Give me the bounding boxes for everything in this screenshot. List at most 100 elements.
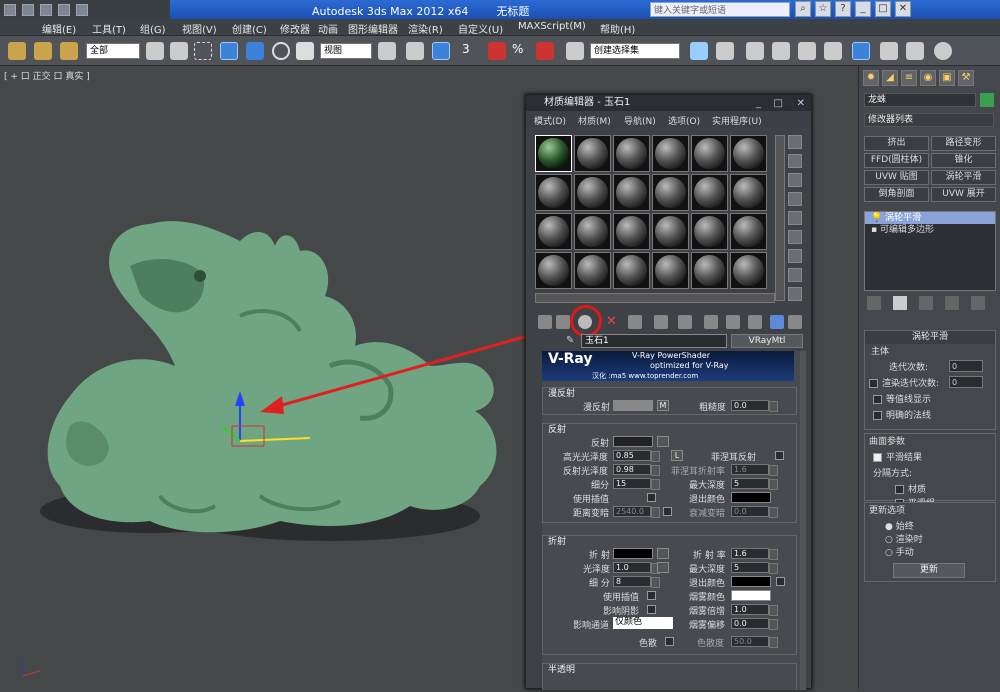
menu-modes[interactable]: 模式(D) xyxy=(534,114,566,127)
lock-button[interactable]: L xyxy=(671,450,683,461)
menu-edit[interactable]: 编辑(E) xyxy=(42,21,76,36)
minimize-icon[interactable]: _ xyxy=(855,1,871,17)
r-exit-color-checkbox[interactable] xyxy=(776,577,785,586)
sample-slot[interactable] xyxy=(691,252,728,289)
diffuse-map-button[interactable]: M xyxy=(657,400,669,411)
scale-icon[interactable] xyxy=(296,42,314,60)
params-scrollbar[interactable] xyxy=(800,351,806,690)
sample-slot[interactable] xyxy=(652,252,689,289)
sample-slot[interactable] xyxy=(613,252,650,289)
r-subdivs-spinner[interactable]: 8 xyxy=(613,576,660,588)
modifier-btn-uvw-unwrap[interactable]: UVW 展开 xyxy=(931,187,996,202)
angle-snap-icon[interactable] xyxy=(488,42,506,60)
reflect-map-button[interactable] xyxy=(657,436,669,447)
dim-falloff-spinner[interactable]: 0.0 xyxy=(731,506,778,518)
rendered-frame-icon[interactable] xyxy=(906,42,924,60)
material-navigator-icon[interactable] xyxy=(788,287,802,301)
pivot-icon[interactable] xyxy=(378,42,396,60)
open-icon[interactable] xyxy=(22,3,34,16)
fresnel-checkbox[interactable] xyxy=(775,451,784,460)
sample-slot[interactable] xyxy=(535,213,572,250)
link-icon[interactable] xyxy=(8,42,26,60)
help-icon[interactable]: ? xyxy=(835,1,851,17)
rect-selection-icon[interactable] xyxy=(194,42,212,60)
remove-modifier-icon[interactable] xyxy=(945,296,959,310)
r-exit-color-swatch[interactable] xyxy=(731,576,771,587)
roughness-spinner[interactable]: 0.0 xyxy=(731,400,778,412)
dispersion-checkbox[interactable] xyxy=(665,637,674,646)
pin-stack-icon[interactable] xyxy=(867,296,881,310)
make-unique-icon[interactable] xyxy=(654,315,668,329)
menu-modifiers[interactable]: 修改器 xyxy=(280,21,310,36)
uv-tiling-icon[interactable] xyxy=(788,192,802,206)
menu-rendering[interactable]: 渲染(R) xyxy=(408,21,443,36)
undo-icon[interactable] xyxy=(58,3,70,16)
update-button[interactable]: 更新 xyxy=(893,563,965,578)
display-tab-icon[interactable]: ▣ xyxy=(939,70,955,86)
hilight-gloss-spinner[interactable]: 0.85 xyxy=(613,450,660,462)
search-input[interactable]: 键入关键字或短语 xyxy=(650,2,790,17)
video-color-icon[interactable] xyxy=(788,211,802,225)
when-render-radio[interactable]: 渲染时 xyxy=(896,535,923,545)
material-editor-icon[interactable] xyxy=(852,42,870,60)
redo-icon[interactable] xyxy=(76,3,88,16)
ref-coord-dropdown[interactable]: 视图 xyxy=(320,43,372,59)
keyboard-shortcut-icon[interactable] xyxy=(432,42,450,60)
material-checkbox[interactable] xyxy=(895,485,904,494)
motion-tab-icon[interactable]: ◉ xyxy=(920,70,936,86)
sample-slot[interactable] xyxy=(730,135,767,172)
sample-slot[interactable] xyxy=(691,174,728,211)
refract-map-button[interactable] xyxy=(657,548,669,559)
modifier-list-dropdown[interactable]: 修改器列表 xyxy=(864,113,994,127)
isoline-checkbox[interactable] xyxy=(873,395,882,404)
make-unique-icon[interactable] xyxy=(919,296,933,310)
diffuse-color-swatch[interactable] xyxy=(613,400,653,411)
schematic-view-icon[interactable] xyxy=(824,42,842,60)
align-icon[interactable] xyxy=(716,42,734,60)
stack-item-turbosmooth[interactable]: 💡 涡轮平滑 xyxy=(865,212,995,224)
show-end-result-icon[interactable] xyxy=(893,296,907,310)
select-object-icon[interactable] xyxy=(146,42,164,60)
menu-graph-editors[interactable]: 图形编辑器 xyxy=(348,21,398,36)
dim-dist-checkbox[interactable] xyxy=(663,507,672,516)
maximize-icon[interactable]: □ xyxy=(774,96,783,112)
viewport-label[interactable]: [ + 口 正交 口 真实 ] xyxy=(4,69,90,82)
window-crossing-icon[interactable] xyxy=(220,42,238,60)
go-to-parent-icon[interactable] xyxy=(770,315,784,329)
hierarchy-tab-icon[interactable]: ≡ xyxy=(901,70,917,86)
dim-dist-spinner[interactable]: 2540.0 xyxy=(613,506,660,518)
affect-channels-dropdown[interactable]: 仅颜色 xyxy=(613,617,673,629)
sample-slot[interactable] xyxy=(574,174,611,211)
menu-options[interactable]: 选项(O) xyxy=(668,114,700,127)
sample-slot[interactable] xyxy=(730,174,767,211)
menu-create[interactable]: 创建(C) xyxy=(232,21,267,36)
sample-slot[interactable] xyxy=(613,174,650,211)
layer-manager-icon[interactable] xyxy=(746,42,764,60)
snap-toggle-icon[interactable]: 3 xyxy=(462,42,480,60)
close-icon[interactable]: ✕ xyxy=(797,96,805,112)
render-setup-icon[interactable] xyxy=(880,42,898,60)
abbe-spinner[interactable]: 50.0 xyxy=(731,636,778,648)
sample-slot[interactable] xyxy=(574,213,611,250)
select-manipulate-icon[interactable] xyxy=(406,42,424,60)
modifier-btn-turbosmooth[interactable]: 涡轮平滑 xyxy=(931,170,996,185)
select-by-material-icon[interactable] xyxy=(788,268,802,282)
star-icon[interactable]: ☆ xyxy=(815,1,831,17)
eyedropper-icon[interactable]: ✎ xyxy=(566,335,576,346)
menu-animation[interactable]: 动画 xyxy=(318,21,338,36)
minimize-icon[interactable]: _ xyxy=(756,96,761,112)
modifier-btn-extrude[interactable]: 挤出 xyxy=(864,136,929,151)
object-name-field[interactable]: 龙蛛 xyxy=(864,93,976,107)
backlight-icon[interactable] xyxy=(788,154,802,168)
reset-map-icon[interactable]: ✕ xyxy=(606,315,620,329)
fresnel-ior-spinner[interactable]: 1.6 xyxy=(731,464,778,476)
make-preview-icon[interactable] xyxy=(788,230,802,244)
reflect-color-swatch[interactable] xyxy=(613,436,653,447)
modifier-btn-taper[interactable]: 锥化 xyxy=(931,153,996,168)
configure-sets-icon[interactable] xyxy=(971,296,985,310)
get-material-icon[interactable] xyxy=(538,315,552,329)
manual-radio[interactable]: 手动 xyxy=(896,548,914,558)
sample-slot[interactable] xyxy=(574,135,611,172)
curve-editor-icon[interactable] xyxy=(798,42,816,60)
stack-item-editable-poly[interactable]: ▪ 可编辑多边形 xyxy=(865,224,995,236)
